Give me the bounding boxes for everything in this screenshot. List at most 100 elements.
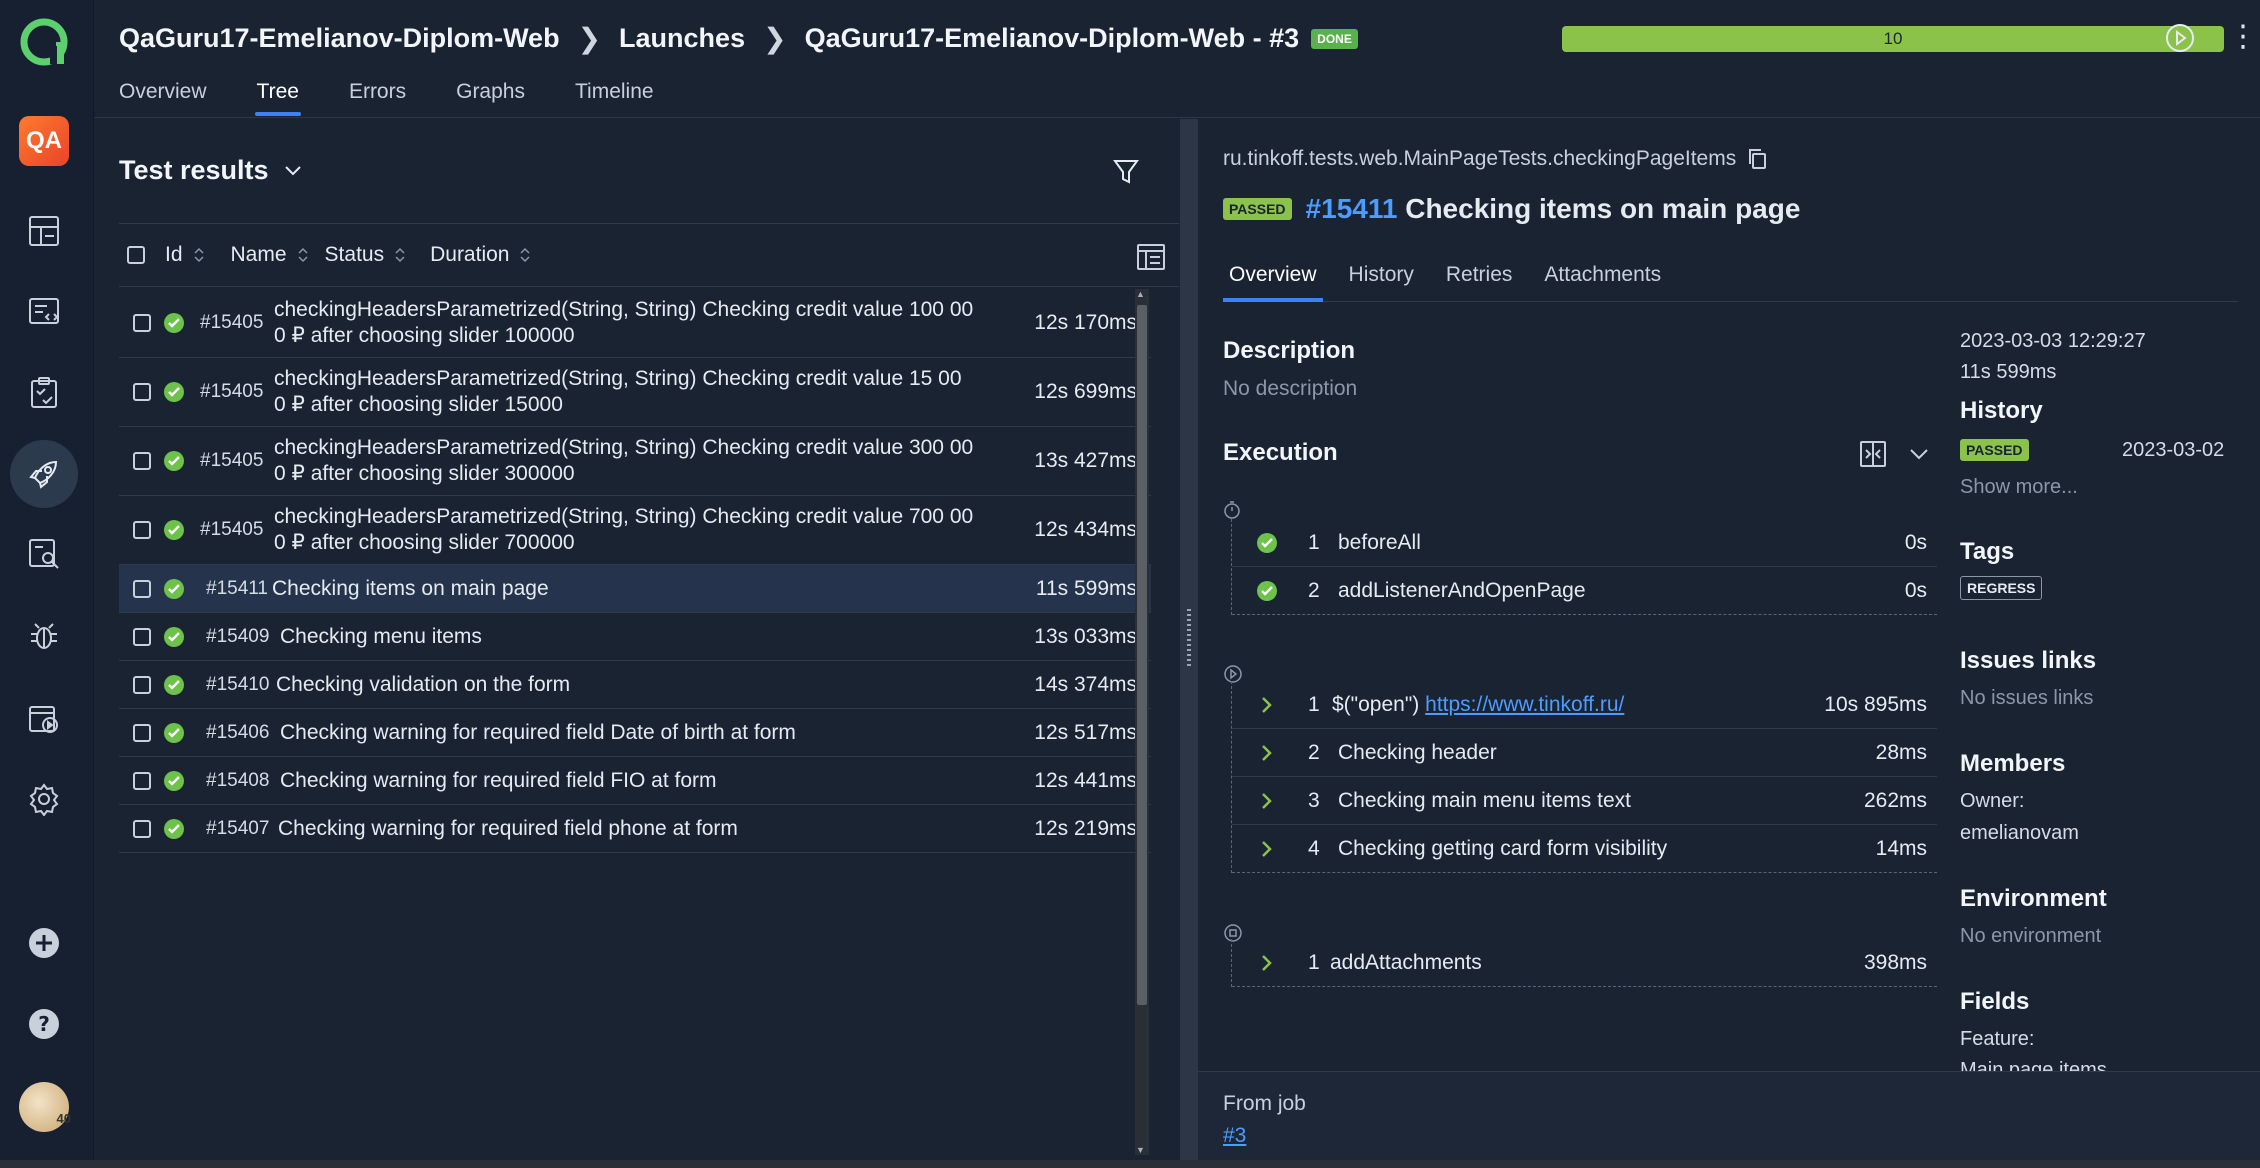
more-vertical-icon[interactable]: ⋮ xyxy=(2228,22,2258,52)
tab-overview[interactable]: Overview xyxy=(1223,263,1323,302)
bottom-scrollbar[interactable] xyxy=(0,1160,2260,1168)
step-row[interactable]: 2 addListenerAndOpenPage 0s xyxy=(1232,567,1937,615)
table-row[interactable]: #15410 Checking validation on the form 1… xyxy=(119,661,1151,709)
chevron-down-icon[interactable] xyxy=(1908,446,1930,462)
history-title: History xyxy=(1960,397,2043,424)
tab-timeline[interactable]: Timeline xyxy=(575,80,654,116)
test-results-dropdown[interactable]: Test results xyxy=(119,155,303,186)
tab-history[interactable]: History xyxy=(1343,263,1420,301)
passed-check-icon xyxy=(164,313,184,333)
bug-icon[interactable] xyxy=(18,610,70,662)
row-duration: 13s 033ms xyxy=(1034,624,1137,648)
show-more-link[interactable]: Show more... xyxy=(1960,476,2078,499)
row-checkbox[interactable] xyxy=(133,521,151,539)
sort-icon xyxy=(193,247,204,263)
breadcrumb-project[interactable]: QaGuru17-Emelianov-Diplom-Web xyxy=(119,23,560,54)
tab-retries[interactable]: Retries xyxy=(1440,263,1519,301)
breadcrumb: QaGuru17-Emelianov-Diplom-Web ❯ Launches… xyxy=(119,22,1358,55)
history-date: 2023-03-02 xyxy=(2122,439,2225,461)
job-label: From job xyxy=(1223,1092,1306,1115)
row-checkbox[interactable] xyxy=(133,819,151,838)
column-status-label: Status xyxy=(324,243,385,266)
tag-badge[interactable]: REGRESS xyxy=(1960,576,2043,600)
help-icon[interactable]: ? xyxy=(18,998,70,1050)
tab-overview[interactable]: Overview xyxy=(119,80,207,116)
panel-splitter[interactable] xyxy=(1180,119,1198,1168)
row-checkbox[interactable] xyxy=(133,452,151,470)
tab-tree[interactable]: Tree xyxy=(254,80,302,116)
step-row[interactable]: 2 Checking header 28ms xyxy=(1232,729,1937,777)
row-checkbox[interactable] xyxy=(133,771,151,790)
tab-errors[interactable]: Errors xyxy=(349,80,406,116)
expand-steps-icon[interactable] xyxy=(1858,439,1888,469)
feature-value: Main page items xyxy=(1960,1059,2107,1071)
project-avatar[interactable]: QA xyxy=(19,116,69,166)
chevron-right-icon[interactable] xyxy=(1260,743,1274,763)
chevron-right-icon[interactable] xyxy=(1260,839,1274,859)
add-icon[interactable] xyxy=(18,917,70,969)
scrollbar[interactable]: ▲ ▼ xyxy=(1135,289,1149,1155)
table-row[interactable]: #15405 checkingHeadersParametrized(Strin… xyxy=(119,358,1151,427)
settings-icon[interactable] xyxy=(18,773,70,825)
sort-duration[interactable]: Duration xyxy=(430,243,531,267)
step-number: 3 xyxy=(1308,788,1320,812)
chevron-right-icon[interactable] xyxy=(1260,695,1274,715)
drag-handle-icon[interactable] xyxy=(1187,609,1191,669)
row-checkbox[interactable] xyxy=(133,627,151,646)
scroll-up-arrow-icon[interactable]: ▲ xyxy=(1136,289,1145,299)
copy-icon[interactable] xyxy=(1746,147,1768,171)
row-duration: 13s 427ms xyxy=(1034,449,1137,472)
breadcrumb-launches[interactable]: Launches xyxy=(619,23,745,54)
table-row[interactable]: #15405 checkingHeadersParametrized(Strin… xyxy=(119,496,1151,565)
step-link[interactable]: https://www.tinkoff.ru/ xyxy=(1425,693,1624,716)
filter-icon[interactable] xyxy=(1112,157,1140,187)
search-analytics-icon[interactable] xyxy=(18,528,70,580)
test-duration: 11s 599ms xyxy=(1960,361,2057,383)
step-row[interactable]: 4 Checking getting card form visibility … xyxy=(1232,825,1937,873)
test-cases-icon[interactable] xyxy=(18,367,70,419)
table-row[interactable]: #15408 Checking warning for required fie… xyxy=(119,757,1151,805)
row-checkbox[interactable] xyxy=(133,675,151,694)
chevron-right-icon[interactable] xyxy=(1260,953,1274,973)
left-rail: QA ? 40 xyxy=(0,0,94,1168)
row-checkbox[interactable] xyxy=(133,314,151,332)
row-checkbox[interactable] xyxy=(133,723,151,742)
rocket-icon[interactable] xyxy=(10,440,78,508)
step-name: $("open") https://www.tinkoff.ru/ xyxy=(1332,692,1625,716)
table-row[interactable]: #15405 checkingHeadersParametrized(Strin… xyxy=(119,427,1151,496)
table-row[interactable]: #15409 Checking menu items 13s 033ms xyxy=(119,613,1151,661)
step-duration: 0s xyxy=(1904,578,1927,602)
table-row[interactable]: #15406 Checking warning for required fie… xyxy=(119,709,1151,757)
row-name: Checking warning for required field Date… xyxy=(280,720,796,744)
launch-progress-bar[interactable]: 10 xyxy=(1562,26,2224,52)
row-id: #15406 xyxy=(206,721,270,743)
sort-id[interactable]: Id xyxy=(165,243,205,267)
table-row-selected[interactable]: #15411 Checking items on main page 11s 5… xyxy=(119,565,1151,613)
table-row[interactable]: #15407 Checking warning for required fie… xyxy=(119,805,1151,853)
job-link[interactable]: #3 xyxy=(1223,1124,1246,1148)
jobs-icon[interactable] xyxy=(18,692,70,744)
scroll-down-arrow-icon[interactable]: ▼ xyxy=(1136,1145,1145,1155)
table-row[interactable]: #15405 checkingHeadersParametrized(Strin… xyxy=(119,289,1151,358)
sort-icon xyxy=(298,247,308,263)
dashboard-icon[interactable] xyxy=(18,205,70,257)
row-checkbox[interactable] xyxy=(133,579,151,598)
table-settings-icon[interactable] xyxy=(1135,240,1167,272)
tab-attachments[interactable]: Attachments xyxy=(1538,263,1667,301)
test-full-name-text: ru.tinkoff.tests.web.MainPageTests.check… xyxy=(1223,147,1737,170)
scrollbar-thumb[interactable] xyxy=(1137,305,1147,1005)
allure-logo-icon[interactable] xyxy=(18,16,70,68)
step-row[interactable]: 1 addAttachments 398ms xyxy=(1232,939,1937,987)
play-icon[interactable] xyxy=(2162,20,2198,56)
row-checkbox[interactable] xyxy=(133,383,151,401)
select-all-checkbox[interactable] xyxy=(127,246,145,264)
step-row[interactable]: 3 Checking main menu items text 262ms xyxy=(1232,777,1937,825)
tab-graphs[interactable]: Graphs xyxy=(456,80,525,116)
step-row[interactable]: 1 beforeAll 0s xyxy=(1232,519,1937,567)
launches-icon[interactable] xyxy=(18,286,70,338)
sort-name[interactable]: Name xyxy=(231,243,309,267)
user-avatar[interactable]: 40 xyxy=(19,1082,71,1132)
step-row[interactable]: 1 $("open") https://www.tinkoff.ru/ 10s … xyxy=(1232,681,1937,729)
chevron-right-icon[interactable] xyxy=(1260,791,1274,811)
sort-status[interactable]: Status xyxy=(325,243,407,267)
